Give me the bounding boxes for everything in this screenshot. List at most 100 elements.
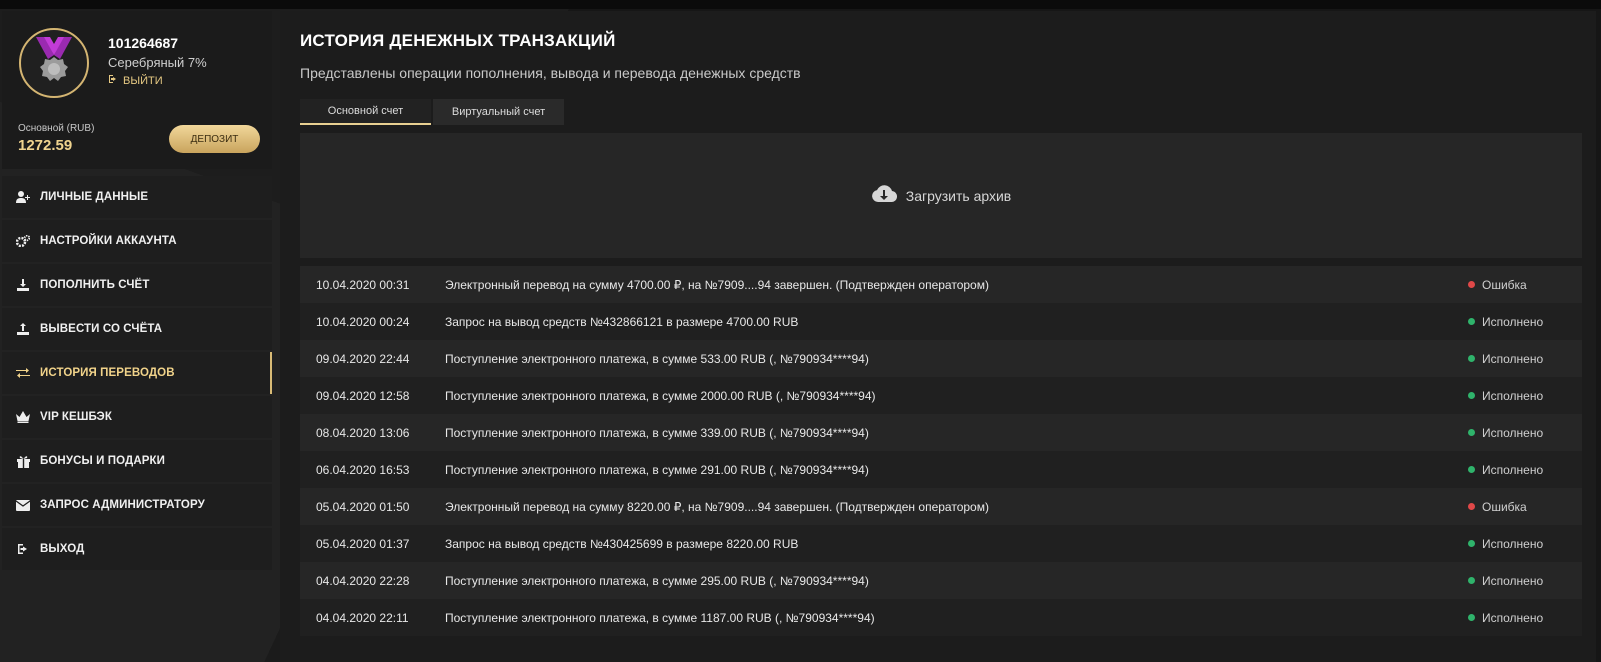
logout-link-label: ВЫЙТИ [123, 74, 163, 87]
table-row: 06.04.2020 16:53 Поступление электронног… [300, 451, 1582, 488]
transaction-description: Поступление электронного платежа, в сумм… [445, 462, 869, 477]
sidebar-item-withdraw[interactable]: ВЫВЕСТИ СО СЧЁТА [2, 308, 272, 350]
sidebar-item-admin-request[interactable]: ЗАПРОС АДМИНИСТРАТОРУ [2, 484, 272, 526]
status-badge: Ошибка [1468, 500, 1582, 514]
table-row: 04.04.2020 22:11 Поступление электронног… [300, 599, 1582, 636]
transaction-description: Электронный перевод на сумму 4700.00 ₽, … [445, 277, 989, 292]
status-text: Исполнено [1482, 388, 1544, 403]
sidebar-nav: ЛИЧНЫЕ ДАННЫЕ НАСТРОЙКИ АККАУНТА ПОПОЛНИ… [2, 176, 272, 570]
table-row: 09.04.2020 12:58 Поступление электронног… [300, 377, 1582, 414]
status-dot [1468, 429, 1475, 436]
transaction-description: Поступление электронного платежа, в сумм… [445, 610, 875, 625]
status-text: Исполнено [1482, 462, 1544, 477]
sign-out-icon [108, 74, 118, 87]
transaction-description: Поступление электронного платежа, в сумм… [445, 573, 869, 588]
sidebar-item-account-settings[interactable]: НАСТРОЙКИ АККАУНТА [2, 220, 272, 262]
status-dot [1468, 540, 1475, 547]
gears-icon [16, 234, 30, 248]
account-tabs: Основной счет Виртуальный счет [300, 99, 564, 125]
upload-icon [16, 322, 30, 336]
sidebar-item-vip-cashback[interactable]: VIP КЕШБЭК [2, 396, 272, 438]
logout-link[interactable]: ВЫЙТИ [108, 74, 163, 87]
sidebar-item-label: ИСТОРИЯ ПЕРЕВОДОВ [40, 367, 175, 379]
status-badge: Исполнено [1468, 574, 1582, 588]
sidebar-item-bonuses[interactable]: БОНУСЫ И ПОДАРКИ [2, 440, 272, 482]
table-row: 10.04.2020 00:31 Электронный перевод на … [300, 266, 1582, 303]
transaction-date: 05.04.2020 01:50 [316, 499, 410, 514]
transaction-description: Поступление электронного платежа, в сумм… [445, 425, 869, 440]
status-dot [1468, 355, 1475, 362]
transaction-date: 08.04.2020 13:06 [316, 425, 410, 440]
tab-virtual-account[interactable]: Виртуальный счет [433, 99, 564, 125]
tab-main-account[interactable]: Основной счет [300, 99, 431, 125]
table-row: 04.04.2020 22:28 Поступление электронног… [300, 562, 1582, 599]
table-row: 10.04.2020 00:24 Запрос на вывод средств… [300, 303, 1582, 340]
top-bar [0, 0, 1601, 9]
status-dot [1468, 577, 1475, 584]
balance-label: Основной (RUB) [18, 123, 95, 134]
transactions-table: 10.04.2020 00:31 Электронный перевод на … [300, 266, 1582, 636]
status-text: Ошибка [1482, 277, 1527, 292]
medal-icon [19, 28, 89, 98]
download-archive-label: Загрузить архив [905, 187, 1012, 204]
sign-out-icon [16, 542, 30, 556]
user-id: 101264687 [108, 35, 179, 51]
deposit-button[interactable]: ДЕПОЗИТ [169, 125, 260, 153]
status-text: Исполнено [1482, 351, 1544, 366]
balance-value: 1272.59 [18, 137, 73, 154]
gift-icon [16, 454, 30, 468]
transaction-date: 04.04.2020 22:11 [316, 610, 409, 625]
sidebar-item-label: ВЫВЕСТИ СО СЧЁТА [40, 323, 163, 335]
sidebar-item-label: VIP КЕШБЭК [40, 411, 112, 423]
sidebar-item-label: БОНУСЫ И ПОДАРКИ [40, 455, 166, 467]
table-row: 08.04.2020 13:06 Поступление электронног… [300, 414, 1582, 451]
status-dot [1468, 281, 1475, 288]
main-content: ИСТОРИЯ ДЕНЕЖНЫХ ТРАНЗАКЦИЙ Представлены… [280, 11, 1596, 662]
status-badge: Ошибка [1468, 278, 1582, 292]
sidebar-item-label: ВЫХОД [40, 543, 85, 555]
transaction-description: Электронный перевод на сумму 8220.00 ₽, … [445, 499, 989, 514]
crown-icon [16, 410, 30, 424]
status-badge: Исполнено [1468, 537, 1582, 551]
download-archive-button[interactable]: Загрузить архив [300, 133, 1582, 258]
transaction-description: Поступление электронного платежа, в сумм… [445, 388, 876, 403]
transaction-date: 09.04.2020 12:58 [316, 388, 410, 403]
download-icon [16, 278, 30, 292]
sidebar-item-label: ЛИЧНЫЕ ДАННЫЕ [40, 191, 149, 203]
cloud-download-icon [871, 184, 897, 207]
sidebar: 101264687 Серебряный 7% ВЫЙТИ Основной (… [2, 11, 272, 572]
status-dot [1468, 392, 1475, 399]
status-text: Исполнено [1482, 573, 1544, 588]
status-text: Исполнено [1482, 314, 1544, 329]
status-text: Исполнено [1482, 610, 1544, 625]
status-text: Ошибка [1482, 499, 1527, 514]
status-badge: Исполнено [1468, 315, 1582, 329]
status-dot [1468, 614, 1475, 621]
status-badge: Исполнено [1468, 389, 1582, 403]
table-row: 05.04.2020 01:37 Запрос на вывод средств… [300, 525, 1582, 562]
status-dot [1468, 503, 1475, 510]
transaction-description: Поступление электронного платежа, в сумм… [445, 351, 869, 366]
envelope-icon [16, 498, 30, 512]
table-row: 05.04.2020 01:50 Электронный перевод на … [300, 488, 1582, 525]
sidebar-item-transfer-history[interactable]: ИСТОРИЯ ПЕРЕВОДОВ [2, 352, 272, 394]
sidebar-item-personal-data[interactable]: ЛИЧНЫЕ ДАННЫЕ [2, 176, 272, 218]
transaction-date: 04.04.2020 22:28 [316, 573, 410, 588]
status-dot [1468, 466, 1475, 473]
user-plus-icon [16, 190, 30, 204]
status-dot [1468, 318, 1475, 325]
transaction-date: 06.04.2020 16:53 [316, 462, 410, 477]
sidebar-item-top-up[interactable]: ПОПОЛНИТЬ СЧЁТ [2, 264, 272, 306]
transaction-description: Запрос на вывод средств №430425699 в раз… [445, 536, 799, 551]
sidebar-item-exit[interactable]: ВЫХОД [2, 528, 272, 570]
transaction-date: 05.04.2020 01:37 [316, 536, 410, 551]
table-row: 09.04.2020 22:44 Поступление электронног… [300, 340, 1582, 377]
status-text: Исполнено [1482, 425, 1544, 440]
transaction-date: 10.04.2020 00:24 [316, 314, 410, 329]
transaction-date: 10.04.2020 00:31 [316, 277, 410, 292]
transaction-description: Запрос на вывод средств №432866121 в раз… [445, 314, 799, 329]
status-badge: Исполнено [1468, 426, 1582, 440]
page-subtitle: Представлены операции пополнения, вывода… [300, 65, 801, 81]
sidebar-item-label: ЗАПРОС АДМИНИСТРАТОРУ [40, 499, 205, 511]
status-badge: Исполнено [1468, 611, 1582, 625]
